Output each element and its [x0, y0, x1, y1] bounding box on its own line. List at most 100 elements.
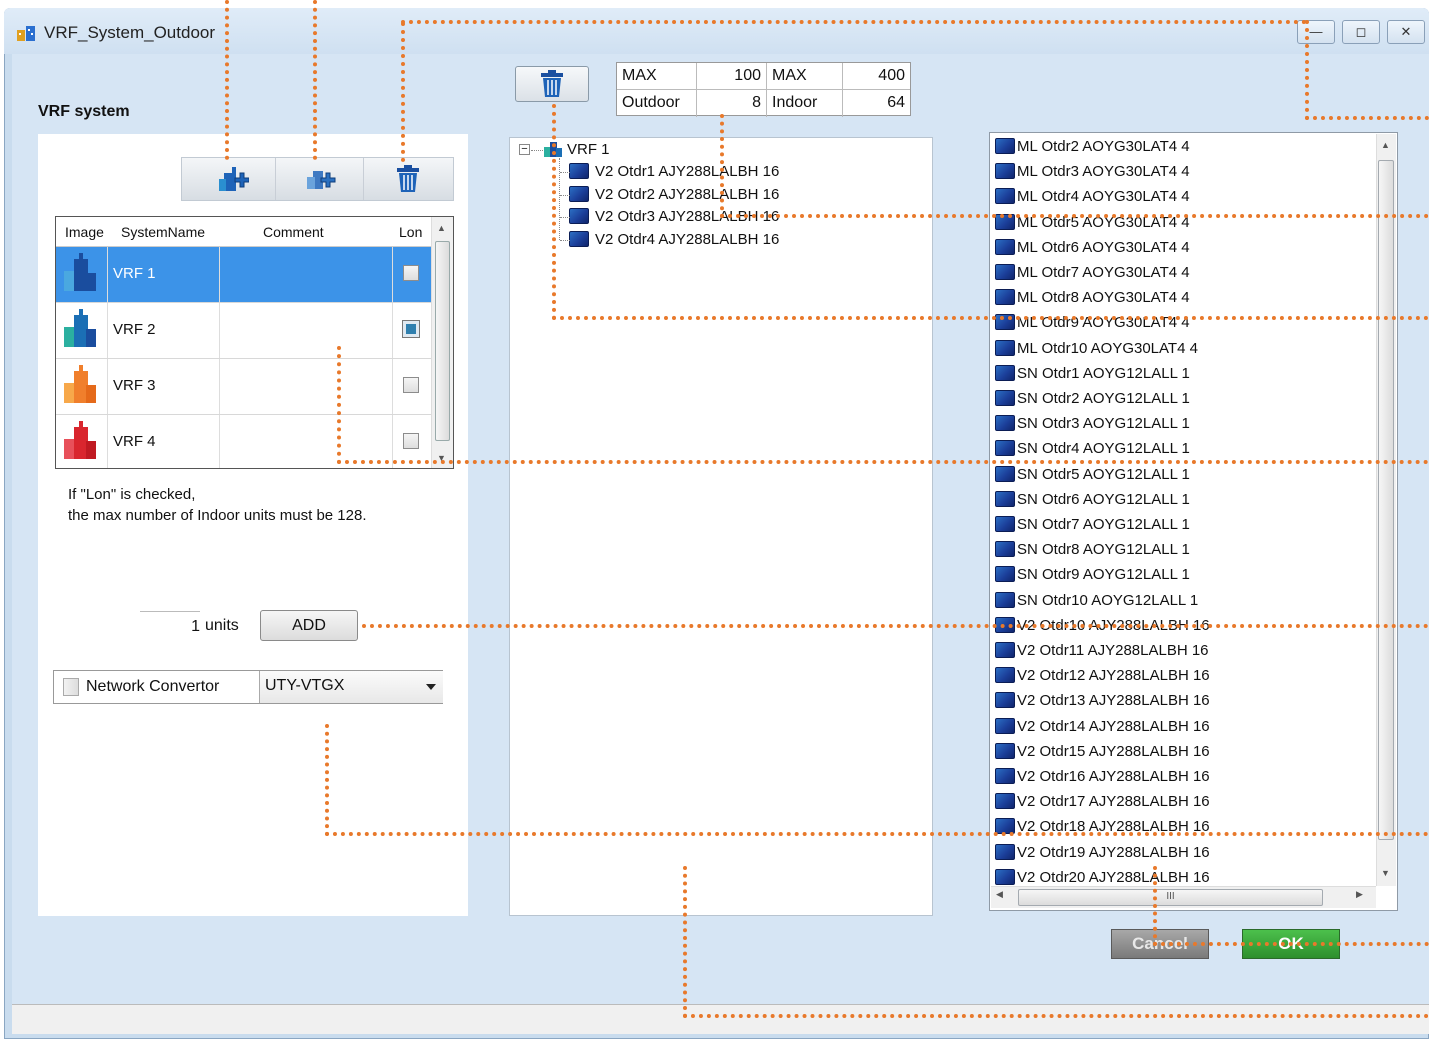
list-item[interactable]: ML Otdr10 AOYG30LAT4 4 [995, 338, 1198, 360]
list-hscroll-thumb[interactable]: III [1018, 889, 1323, 906]
list-item[interactable]: V2 Otdr11 AJY288LALBH 16 [995, 640, 1209, 662]
table-row[interactable]: VRF 2 [56, 303, 431, 359]
list-item[interactable]: SN Otdr7 AOYG12LALL 1 [995, 514, 1190, 536]
delete-unit-button[interactable] [515, 66, 589, 102]
outdoor-unit-icon [995, 289, 1015, 306]
list-item-label: SN Otdr4 AOYG12LALL 1 [1017, 440, 1190, 458]
close-button[interactable]: ✕ [1387, 20, 1425, 44]
max-outdoor-value: 100 [697, 63, 767, 90]
list-item[interactable]: ML Otdr6 AOYG30LAT4 4 [995, 237, 1190, 259]
network-convertor-row: Network Convertor UTY-VTGX [53, 670, 443, 704]
maximize-button[interactable]: ◻ [1342, 20, 1380, 44]
list-item-label: ML Otdr2 AOYG30LAT4 4 [1017, 138, 1190, 155]
outdoor-unit-icon [995, 642, 1015, 658]
list-scroll-thumb[interactable] [1378, 160, 1394, 840]
list-item[interactable]: ML Otdr8 AOYG30LAT4 4 [995, 287, 1190, 309]
col-image[interactable]: Image [65, 224, 104, 240]
list-item-label: V2 Otdr15 AJY288LALBH 16 [1017, 742, 1210, 760]
list-item[interactable]: V2 Otdr14 AJY288LALBH 16 [995, 716, 1210, 738]
list-item[interactable]: SN Otdr2 AOYG12LALL 1 [995, 388, 1190, 410]
grid-scroll-thumb[interactable] [435, 241, 450, 441]
indoor-count: 64 [887, 94, 905, 111]
outdoor-unit-icon [995, 591, 1015, 608]
table-row[interactable]: VRF 1 [56, 247, 431, 303]
units-input[interactable]: 1 [140, 611, 200, 641]
system-name: VRF 1 [113, 265, 156, 282]
collapse-icon[interactable]: − [519, 144, 530, 155]
list-item-label: ML Otdr8 AOYG30LAT4 4 [1017, 289, 1190, 307]
list-item[interactable]: ML Otdr2 AOYG30LAT4 4 [995, 136, 1190, 158]
comment-cell[interactable] [219, 303, 393, 358]
indoor-label: Indoor [767, 90, 843, 117]
add-system-button[interactable] [188, 158, 276, 200]
scroll-left-icon[interactable]: ◀ [996, 889, 1003, 900]
list-item[interactable]: ML Otdr3 AOYG30LAT4 4 [995, 161, 1190, 183]
list-item[interactable]: ML Otdr7 AOYG30LAT4 4 [995, 262, 1190, 284]
lon-checkbox[interactable] [403, 377, 419, 393]
col-lon[interactable]: Lon [399, 224, 422, 240]
list-item[interactable]: SN Otdr6 AOYG12LALL 1 [995, 489, 1190, 511]
system-toolbar [181, 157, 454, 201]
list-item-label: V2 Otdr19 AJY288LALBH 16 [1017, 843, 1210, 861]
list-item[interactable]: SN Otdr4 AOYG12LALL 1 [995, 438, 1190, 460]
lon-checkbox[interactable] [403, 433, 419, 449]
list-item-label: V2 Otdr11 AJY288LALBH 16 [1017, 642, 1209, 659]
tree-item[interactable]: V2 Otdr2 AJY288LALBH 16 [569, 184, 779, 206]
comment-cell[interactable] [219, 359, 393, 414]
list-item-label: V2 Otdr14 AJY288LALBH 16 [1017, 717, 1210, 735]
tree-root-label: VRF 1 [567, 141, 610, 158]
outdoor-unit-icon [995, 415, 1015, 432]
list-item[interactable]: V2 Otdr16 AJY288LALBH 16 [995, 766, 1210, 788]
lon-checkbox[interactable] [402, 320, 420, 338]
list-item[interactable]: SN Otdr10 AOYG12LALL 1 [995, 590, 1198, 612]
list-item[interactable]: SN Otdr8 AOYG12LALL 1 [995, 539, 1190, 561]
col-comment[interactable]: Comment [263, 224, 324, 240]
tree-item[interactable]: V2 Otdr1 AJY288LALBH 16 [569, 161, 779, 183]
outdoor-unit-icon [995, 238, 1015, 255]
tree-item[interactable]: V2 Otdr4 AJY288LALBH 16 [569, 229, 779, 251]
outdoor-unit-icon [995, 566, 1015, 583]
building-icon [56, 359, 108, 414]
window-title: VRF_System_Outdoor [44, 23, 216, 42]
list-item[interactable]: SN Otdr1 AOYG12LALL 1 [995, 363, 1190, 385]
list-item[interactable]: V2 Otdr13 AJY288LALBH 16 [995, 690, 1210, 712]
list-item[interactable]: V2 Otdr15 AJY288LALBH 16 [995, 741, 1210, 763]
outdoor-count: 8 [697, 90, 767, 117]
list-item[interactable]: SN Otdr9 AOYG12LALL 1 [995, 564, 1190, 586]
comment-cell[interactable] [219, 247, 393, 302]
list-item[interactable]: V2 Otdr17 AJY288LALBH 16 [995, 791, 1210, 813]
grid-scrollbar[interactable]: ▲ ▼ [431, 217, 453, 468]
network-convertor-select[interactable]: UTY-VTGX [259, 671, 443, 703]
system-name: VRF 4 [113, 433, 156, 450]
building-icon [56, 415, 108, 468]
list-item-label: SN Otdr10 AOYG12LALL 1 [1017, 591, 1199, 609]
app-icon [17, 26, 35, 41]
add-building-icon [218, 167, 249, 191]
copy-system-button[interactable] [276, 158, 364, 200]
list-item[interactable]: V2 Otdr19 AJY288LALBH 16 [995, 842, 1210, 864]
list-item-label: SN Otdr8 AOYG12LALL 1 [1017, 541, 1190, 559]
lon-checkbox[interactable] [403, 265, 419, 281]
system-name: VRF 2 [113, 321, 156, 338]
list-item[interactable]: ML Otdr4 AOYG30LAT4 4 [995, 186, 1190, 208]
list-item-label: SN Otdr7 AOYG12LALL 1 [1017, 516, 1190, 533]
outdoor-unit-icon [995, 264, 1015, 280]
list-item[interactable]: SN Otdr3 AOYG12LALL 1 [995, 413, 1190, 435]
tree-item-label: V2 Otdr2 AJY288LALBH 16 [595, 186, 780, 203]
network-convertor-checkbox[interactable] [63, 678, 79, 696]
add-button[interactable]: ADD [260, 610, 358, 641]
table-row[interactable]: VRF 3 [56, 359, 431, 415]
list-item[interactable]: SN Otdr5 AOYG12LALL 1 [995, 464, 1190, 486]
col-systemname[interactable]: SystemName [121, 224, 205, 240]
list-item-label: V2 Otdr12 AJY288LALBH 16 [1017, 667, 1210, 685]
scroll-up-icon[interactable]: ▲ [1381, 140, 1390, 150]
outdoor-unit-icon [995, 465, 1015, 482]
delete-system-button[interactable] [364, 158, 452, 200]
outdoor-unit-icon [995, 667, 1015, 684]
list-item[interactable]: V2 Otdr12 AJY288LALBH 16 [995, 665, 1210, 687]
list-item-label: SN Otdr9 AOYG12LALL 1 [1017, 566, 1190, 584]
scroll-up-icon[interactable]: ▲ [437, 223, 446, 233]
scroll-right-icon[interactable]: ▶ [1356, 889, 1363, 900]
scroll-down-icon[interactable]: ▼ [1381, 868, 1390, 878]
outdoor-unit-icon [995, 138, 1015, 154]
